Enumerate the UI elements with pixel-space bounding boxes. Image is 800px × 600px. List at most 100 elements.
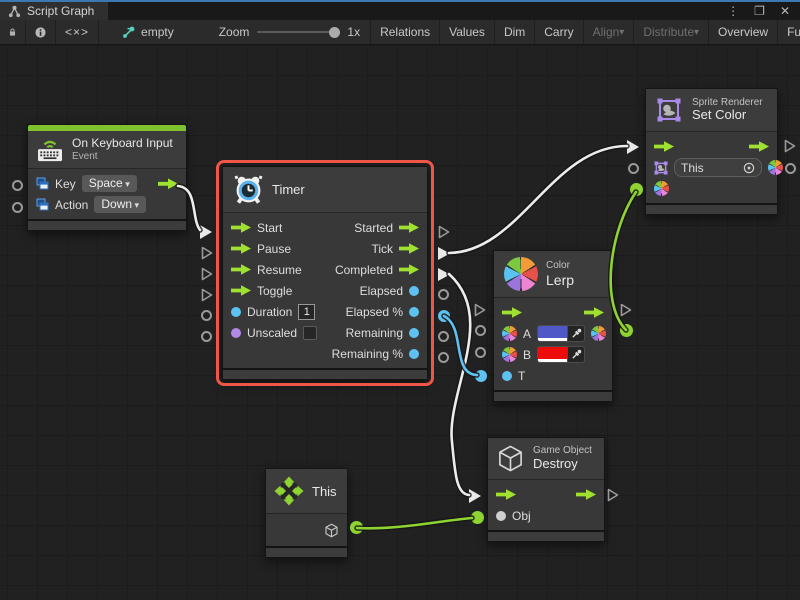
key-dropdown[interactable]: Space (82, 175, 137, 192)
fullscreen-button[interactable]: Full Screen (777, 20, 800, 44)
port-setcolor-result-out[interactable] (785, 163, 796, 174)
lock-button[interactable] (0, 20, 26, 44)
value-in-dot[interactable] (496, 511, 506, 521)
color-result-icon[interactable] (768, 160, 783, 175)
port-timer-elapsed-out[interactable] (438, 289, 449, 300)
window-accent-line (0, 0, 800, 2)
color-a-swatch[interactable] (537, 325, 585, 342)
node-color-lerp[interactable]: Color Lerp A (493, 250, 613, 402)
node-subtitle: Event (72, 151, 173, 163)
carry-button[interactable]: Carry (534, 20, 582, 44)
port-timer-started-out[interactable] (438, 225, 450, 239)
color-port-icon[interactable] (502, 347, 517, 362)
port-label-key: Key (55, 177, 76, 191)
values-button[interactable]: Values (439, 20, 494, 44)
graph-breadcrumb[interactable]: empty (113, 20, 183, 44)
value-out-dot[interactable] (409, 328, 419, 338)
flow-out-arrow[interactable] (584, 307, 604, 319)
value-out-dot[interactable] (409, 349, 419, 359)
relations-button[interactable]: Relations (370, 20, 439, 44)
node-timer[interactable]: Timer Start Started Pause Tick Resume Co… (222, 166, 428, 380)
node-destroy[interactable]: Game Object Destroy Obj (487, 437, 605, 542)
node-footer (266, 548, 347, 557)
node-set-color[interactable]: Sprite Renderer Set Color (645, 88, 778, 215)
unscaled-checkbox[interactable] (303, 326, 317, 340)
target-object-field[interactable]: This (674, 158, 762, 177)
tab-script-graph[interactable]: Script Graph (0, 2, 108, 20)
port-timer-unscaled-in[interactable] (201, 331, 212, 342)
port-timer-remaining-pct-out[interactable] (438, 352, 449, 363)
node-this[interactable]: This (265, 468, 348, 558)
port-setcolor-color-in[interactable] (630, 183, 643, 196)
collapse-ports-button[interactable]: <×> (56, 20, 99, 44)
port-timer-toggle-in[interactable] (201, 288, 213, 302)
flow-in-arrow[interactable] (231, 222, 251, 234)
flow-out-arrow[interactable] (158, 178, 178, 190)
enum-icon (36, 198, 49, 211)
cube-icon-small[interactable] (324, 523, 339, 538)
port-keyboard-action-in[interactable] (12, 202, 23, 213)
port-keyboard-key-in[interactable] (12, 180, 23, 191)
flow-in-arrow[interactable] (231, 264, 251, 276)
port-label: Duration (247, 305, 292, 319)
flow-in-arrow[interactable] (231, 285, 251, 297)
port-lerp-flow-in[interactable] (474, 303, 486, 317)
port-timer-elapsed-pct-out[interactable] (438, 310, 450, 322)
port-lerp-color-out[interactable] (620, 324, 633, 337)
zoom-slider[interactable] (257, 31, 339, 33)
value-in-dot[interactable] (231, 328, 241, 338)
port-timer-duration-in[interactable] (201, 310, 212, 321)
flow-out-arrow[interactable] (576, 489, 596, 501)
flow-out-arrow[interactable] (399, 222, 419, 234)
port-lerp-a-in[interactable] (475, 325, 486, 336)
port-destroy-flow-in[interactable] (468, 488, 482, 504)
color-b-swatch[interactable] (537, 346, 585, 363)
port-destroy-obj-in[interactable] (471, 511, 484, 524)
port-destroy-flow-out[interactable] (607, 488, 619, 502)
port-label-b: B (523, 348, 531, 362)
flow-out-arrow[interactable] (399, 264, 419, 276)
value-in-dot[interactable] (231, 307, 241, 317)
port-lerp-b-in[interactable] (475, 347, 486, 358)
port-setcolor-flow-in[interactable] (626, 139, 640, 155)
close-icon[interactable]: ✕ (780, 4, 790, 18)
sprite-renderer-icon-small (654, 161, 668, 175)
duration-input[interactable]: 1 (298, 304, 315, 320)
object-picker-icon[interactable] (743, 162, 755, 174)
color-in-icon[interactable] (654, 181, 669, 196)
node-on-keyboard-input[interactable]: On Keyboard Input Event Key Space (27, 124, 187, 231)
node-footer (28, 221, 186, 230)
port-timer-pause-in[interactable] (201, 246, 213, 260)
value-in-dot[interactable] (502, 371, 512, 381)
color-result-icon[interactable] (591, 326, 606, 341)
info-button[interactable] (26, 20, 56, 44)
port-timer-remaining-out[interactable] (438, 331, 449, 342)
maximize-icon[interactable]: ❐ (754, 4, 765, 18)
flow-in-arrow[interactable] (231, 243, 251, 255)
flow-in-arrow[interactable] (496, 489, 516, 501)
port-timer-start-in[interactable] (199, 224, 213, 240)
action-dropdown[interactable]: Down (94, 196, 146, 213)
port-timer-tick-out[interactable] (437, 246, 451, 261)
value-out-dot[interactable] (409, 286, 419, 296)
overview-button[interactable]: Overview (708, 20, 777, 44)
node-footer (488, 532, 604, 541)
value-out-dot[interactable] (409, 307, 419, 317)
dim-button[interactable]: Dim (494, 20, 534, 44)
flow-out-arrow[interactable] (749, 141, 769, 153)
color-port-icon[interactable] (502, 326, 517, 341)
port-this-out[interactable] (350, 521, 363, 534)
node-category: Color (546, 260, 574, 272)
port-timer-completed-out[interactable] (437, 267, 451, 282)
flow-out-arrow[interactable] (399, 243, 419, 255)
port-lerp-flow-out[interactable] (620, 303, 632, 317)
port-setcolor-target-in[interactable] (628, 163, 639, 174)
flow-in-arrow[interactable] (502, 307, 522, 319)
port-timer-resume-in[interactable] (201, 267, 213, 281)
node-footer (646, 205, 777, 214)
zoom-slider-handle[interactable] (329, 27, 340, 38)
port-lerp-t-in[interactable] (475, 370, 487, 382)
window-menu-icon[interactable]: ⋮ (727, 4, 739, 18)
flow-in-arrow[interactable] (654, 141, 674, 153)
port-setcolor-flow-out[interactable] (784, 139, 796, 153)
